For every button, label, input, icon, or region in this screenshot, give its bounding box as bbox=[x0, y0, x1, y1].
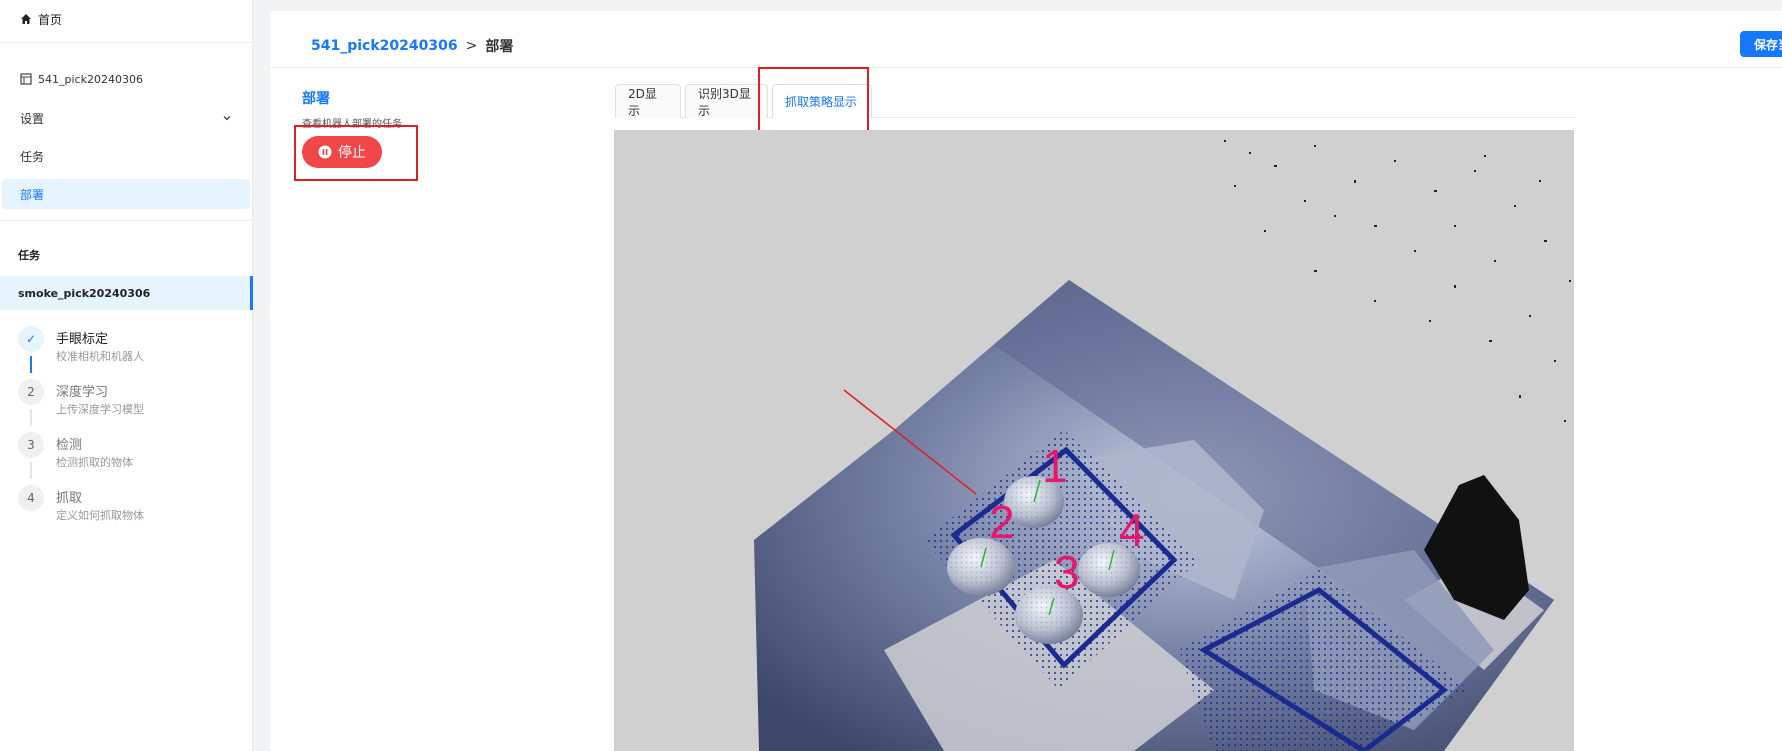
home-link[interactable]: 首页 bbox=[20, 11, 62, 27]
chevron-down-icon bbox=[223, 116, 231, 121]
sidebar-item-project[interactable]: 541_pick20240306 bbox=[2, 64, 250, 94]
pick-label-1: 1 bbox=[1042, 440, 1068, 492]
divider bbox=[0, 220, 253, 221]
breadcrumb-separator: > bbox=[465, 38, 478, 54]
step-desc: 校准相机和机器人 bbox=[56, 350, 144, 363]
sidebar-item-label: 部署 bbox=[20, 187, 45, 202]
step-connector bbox=[30, 462, 32, 479]
home-icon bbox=[21, 14, 31, 24]
tab-3d-recognition[interactable]: 识别3D显示 bbox=[685, 84, 768, 118]
main-panel: 541_pick20240306 > 部署 保存当前 部署 查看机器人部署的任务… bbox=[270, 11, 1782, 751]
breadcrumb: 541_pick20240306 > 部署 bbox=[311, 36, 513, 56]
tab-label: 2D显示 bbox=[628, 86, 657, 118]
page-title: 部署 bbox=[302, 91, 330, 107]
step-deep-learning[interactable]: 2 深度学习 上传深度学习模型 bbox=[18, 379, 248, 429]
step-title: 手眼标定 bbox=[56, 332, 109, 347]
sidebar-item-label: 任务 bbox=[20, 149, 45, 164]
task-section-title: 任务 bbox=[18, 249, 40, 262]
step-desc: 检测抓取的物体 bbox=[56, 456, 133, 469]
sidebar-item-deploy[interactable]: 部署 bbox=[2, 179, 250, 209]
point-cloud-viewer[interactable]: 1 2 3 4 bbox=[614, 130, 1574, 751]
task-item-selected[interactable]: smoke_pick20240306 bbox=[0, 276, 253, 310]
sidebar-item-label: 设置 bbox=[20, 111, 45, 126]
step-number: 4 bbox=[18, 485, 44, 511]
step-number: 3 bbox=[18, 432, 44, 458]
breadcrumb-current: 部署 bbox=[485, 39, 514, 55]
pick-label-3: 3 bbox=[1054, 546, 1080, 598]
stop-button[interactable]: 停止 bbox=[302, 136, 382, 168]
task-item-label: smoke_pick20240306 bbox=[18, 286, 151, 300]
divider bbox=[0, 42, 253, 43]
pause-icon bbox=[318, 145, 332, 159]
tab-2d[interactable]: 2D显示 bbox=[615, 84, 681, 118]
point-cloud-canvas: 1 2 3 4 bbox=[614, 130, 1574, 751]
stop-label: 停止 bbox=[338, 145, 366, 161]
app-root: 首页 541_pick20240306 设置 任务 部署 任务 smoke_pi… bbox=[0, 0, 1782, 751]
save-button[interactable]: 保存当前 bbox=[1740, 31, 1782, 57]
step-number: 2 bbox=[18, 379, 44, 405]
check-icon: ✓ bbox=[18, 326, 44, 352]
page-header: 541_pick20240306 > 部署 保存当前 bbox=[270, 11, 1782, 68]
step-desc: 定义如何抓取物体 bbox=[56, 509, 144, 522]
sidebar-item-settings[interactable]: 设置 bbox=[2, 103, 250, 133]
step-detection[interactable]: 3 检测 检测抓取的物体 bbox=[18, 432, 248, 482]
step-title: 深度学习 bbox=[56, 385, 109, 400]
step-title: 检测 bbox=[56, 438, 83, 453]
pick-label-4: 4 bbox=[1119, 504, 1145, 556]
project-icon bbox=[20, 73, 32, 85]
sidebar-item-tasks[interactable]: 任务 bbox=[2, 141, 250, 171]
tab-label: 识别3D显示 bbox=[698, 86, 751, 118]
sidebar-item-label: 541_pick20240306 bbox=[38, 72, 143, 86]
step-connector bbox=[30, 409, 32, 426]
breadcrumb-project-link[interactable]: 541_pick20240306 bbox=[311, 38, 458, 54]
step-desc: 上传深度学习模型 bbox=[56, 403, 144, 416]
step-hand-eye-calibration[interactable]: ✓ 手眼标定 校准相机和机器人 bbox=[18, 326, 248, 376]
pick-label-2: 2 bbox=[989, 496, 1015, 548]
step-grasp[interactable]: 4 抓取 定义如何抓取物体 bbox=[18, 485, 248, 535]
sidebar: 首页 541_pick20240306 设置 任务 部署 任务 smoke_pi… bbox=[0, 0, 253, 751]
step-connector bbox=[30, 356, 32, 373]
step-title: 抓取 bbox=[56, 491, 83, 506]
home-label: 首页 bbox=[38, 12, 63, 27]
tab-highlight-box bbox=[758, 67, 869, 134]
